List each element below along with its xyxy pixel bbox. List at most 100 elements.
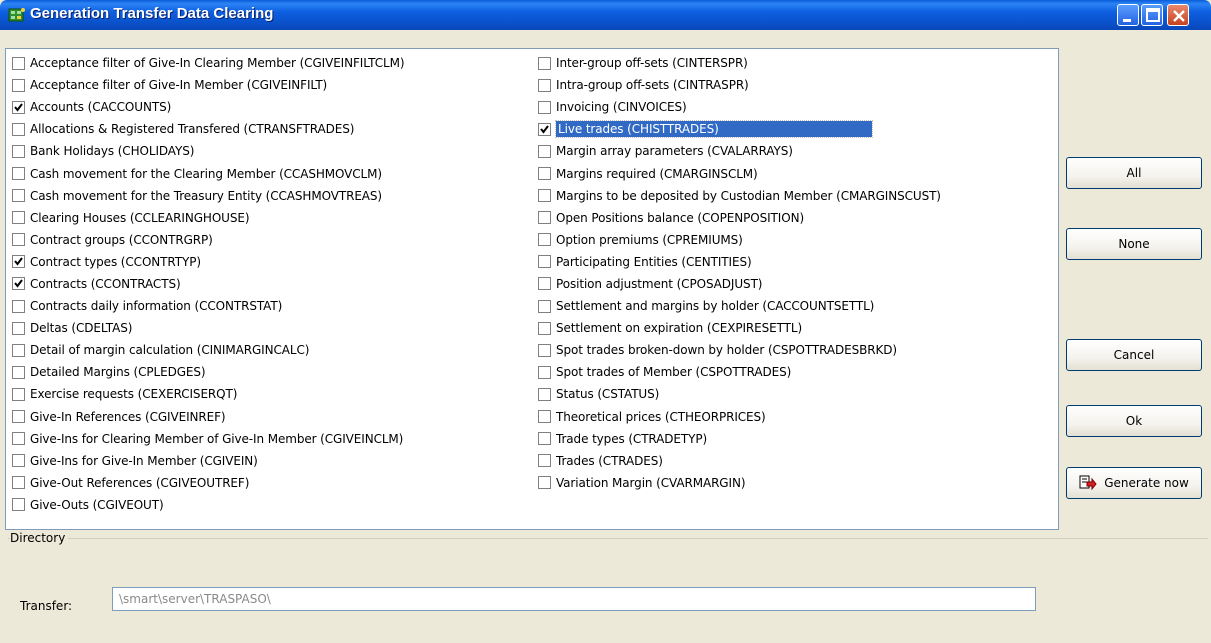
cancel-button[interactable]: Cancel [1066,339,1202,371]
list-item[interactable]: Detail of margin calculation (CINIMARGIN… [12,339,407,361]
list-item[interactable]: Contract groups (CCONTRGRP) [12,229,407,251]
list-item[interactable]: Cash movement for the Treasury Entity (C… [12,185,407,207]
list-item[interactable]: Give-Out References (CGIVEOUTREF) [12,472,407,494]
list-item[interactable]: Contract types (CCONTRTYP) [12,251,407,273]
list-item[interactable]: Detailed Margins (CPLEDGES) [12,361,407,383]
checkbox[interactable] [12,78,25,92]
list-item[interactable]: Intra-group off-sets (CINTRASPR) [538,74,944,96]
list-item[interactable]: Trades (CTRADES) [538,450,944,472]
checkbox[interactable] [12,498,25,512]
list-item[interactable]: Margins required (CMARGINSCLM) [538,162,944,184]
list-item[interactable]: Spot trades broken-down by holder (CSPOT… [538,339,944,361]
table-checklist[interactable]: Acceptance filter of Give-In Clearing Me… [5,48,1059,530]
list-item[interactable]: Participating Entities (CENTITIES) [538,251,944,273]
checkbox[interactable] [538,78,551,92]
checkbox[interactable] [538,454,551,468]
list-item[interactable]: Open Positions balance (COPENPOSITION) [538,207,944,229]
checkbox[interactable] [12,432,25,446]
list-item-label: Inter-group off-sets (CINTERSPR) [556,56,748,71]
list-item[interactable]: Settlement on expiration (CEXPIRESETTL) [538,317,944,339]
list-item-label: Open Positions balance (COPENPOSITION) [556,210,805,225]
list-item-label: Deltas (CDELTAS) [30,321,133,336]
ok-button[interactable]: Ok [1066,405,1202,437]
list-item[interactable]: Theoretical prices (CTHEORPRICES) [538,406,944,428]
minimize-button[interactable] [1117,4,1139,26]
list-item[interactable]: Give-In References (CGIVEINREF) [12,406,407,428]
list-item[interactable]: Accounts (CACCOUNTS) [12,96,407,118]
checkbox[interactable] [12,476,25,490]
list-item[interactable]: Cash movement for the Clearing Member (C… [12,162,407,184]
transfer-path-input[interactable]: \smart\server\TRASPASO\ [112,587,1036,611]
checkbox[interactable] [538,144,551,158]
list-item[interactable]: Invoicing (CINVOICES) [538,96,944,118]
checkbox[interactable] [12,365,25,379]
checkbox[interactable] [538,343,551,357]
list-item[interactable]: Option premiums (CPREMIUMS) [538,229,944,251]
list-item[interactable]: Deltas (CDELTAS) [12,317,407,339]
title-bar[interactable]: Generation Transfer Data Clearing [0,0,1211,30]
list-item[interactable]: Clearing Houses (CCLEARINGHOUSE) [12,207,407,229]
all-button[interactable]: All [1066,157,1202,189]
checkbox[interactable] [538,321,551,335]
checkbox[interactable] [538,432,551,446]
list-item[interactable]: Variation Margin (CVARMARGIN) [538,472,944,494]
checkbox[interactable] [12,277,25,291]
generate-now-button[interactable]: Generate now [1066,467,1202,499]
list-item[interactable]: Give-Ins for Clearing Member of Give-In … [12,428,407,450]
checkbox[interactable] [538,167,551,181]
list-item[interactable]: Allocations & Registered Transfered (CTR… [12,118,407,140]
list-item[interactable]: Spot trades of Member (CSPOTTRADES) [538,361,944,383]
list-item[interactable]: Trade types (CTRADETYP) [538,428,944,450]
none-button[interactable]: None [1066,228,1202,260]
checkbox[interactable] [12,167,25,181]
list-item[interactable]: Margin array parameters (CVALARRAYS) [538,140,944,162]
list-item[interactable]: Position adjustment (CPOSADJUST) [538,273,944,295]
checkbox[interactable] [538,189,551,203]
list-item[interactable]: Status (CSTATUS) [538,383,944,405]
checkbox[interactable] [538,299,551,313]
checkbox[interactable] [12,211,25,225]
close-icon [1173,10,1185,22]
checkbox[interactable] [12,100,25,114]
checkbox[interactable] [538,365,551,379]
checkbox[interactable] [12,144,25,158]
checkbox[interactable] [12,233,25,247]
list-item[interactable]: Exercise requests (CEXERCISERQT) [12,383,407,405]
list-item[interactable]: Give-Ins for Give-In Member (CGIVEIN) [12,450,407,472]
list-item-label: Exercise requests (CEXERCISERQT) [30,387,238,402]
checkbox[interactable] [12,454,25,468]
checkbox[interactable] [538,387,551,401]
checkbox[interactable] [12,343,25,357]
checkbox[interactable] [12,321,25,335]
list-item-label: Detailed Margins (CPLEDGES) [30,365,206,380]
checkbox[interactable] [538,255,551,269]
checkbox[interactable] [12,122,25,136]
checkbox[interactable] [538,277,551,291]
list-item-label: Option premiums (CPREMIUMS) [556,232,743,247]
checkbox[interactable] [538,211,551,225]
list-item[interactable]: Acceptance filter of Give-In Clearing Me… [12,52,407,74]
checkbox[interactable] [12,410,25,424]
checkbox[interactable] [12,387,25,401]
list-item[interactable]: Bank Holidays (CHOLIDAYS) [12,140,407,162]
close-button[interactable] [1167,4,1189,26]
list-item[interactable]: Give-Outs (CGIVEOUT) [12,494,407,516]
checkbox[interactable] [538,233,551,247]
checkbox[interactable] [538,476,551,490]
list-item[interactable]: Contracts (CCONTRACTS) [12,273,407,295]
checkbox[interactable] [12,56,25,70]
list-item[interactable]: Margins to be deposited by Custodian Mem… [538,185,944,207]
checkbox[interactable] [12,299,25,313]
list-item[interactable]: Contracts daily information (CCONTRSTAT) [12,295,407,317]
maximize-button[interactable] [1141,4,1163,26]
checkbox[interactable] [12,255,25,269]
checkbox[interactable] [12,189,25,203]
checkbox[interactable] [538,122,551,136]
list-item[interactable]: Live trades (CHISTTRADES) [538,118,944,140]
list-item[interactable]: Settlement and margins by holder (CACCOU… [538,295,944,317]
checkbox[interactable] [538,100,551,114]
checkbox[interactable] [538,56,551,70]
list-item[interactable]: Acceptance filter of Give-In Member (CGI… [12,74,407,96]
checkbox[interactable] [538,410,551,424]
list-item[interactable]: Inter-group off-sets (CINTERSPR) [538,52,944,74]
